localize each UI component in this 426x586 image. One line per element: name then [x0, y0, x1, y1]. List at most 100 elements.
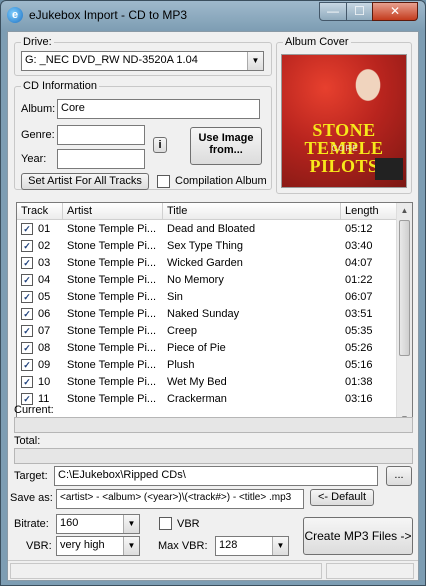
vbr-checkbox[interactable]	[159, 517, 172, 530]
track-row[interactable]: ✓ 02 Stone Temple Pi... Sex Type Thing 03:40	[17, 238, 397, 255]
current-progress-bar	[14, 417, 413, 433]
total-label: Total:	[14, 435, 41, 447]
compilation-checkbox[interactable]	[157, 175, 170, 188]
vbr-label: VBR:	[26, 540, 52, 552]
year-label: Year:	[21, 153, 47, 165]
track-checkbox[interactable]: ✓	[21, 359, 33, 371]
cd-info-label: CD Information	[21, 80, 99, 92]
track-length: 05:12	[345, 223, 373, 235]
bitrate-select[interactable]: 160 ▼	[56, 514, 140, 534]
track-number: 09	[38, 359, 51, 371]
track-artist: Stone Temple Pi...	[67, 257, 157, 269]
track-number: 08	[38, 342, 51, 354]
browse-button[interactable]: ...	[386, 466, 412, 486]
track-checkbox[interactable]: ✓	[21, 274, 33, 286]
chevron-down-icon[interactable]: ▼	[247, 52, 263, 70]
chevron-down-icon[interactable]: ▼	[123, 515, 139, 533]
column-artist[interactable]: Artist	[63, 203, 163, 220]
target-label: Target:	[14, 470, 48, 482]
close-icon[interactable]: ✕	[372, 2, 418, 21]
track-checkbox[interactable]: ✓	[21, 223, 33, 235]
track-number: 04	[38, 274, 51, 286]
track-row[interactable]: ✓ 11 Stone Temple Pi... Crackerman 03:16	[17, 391, 397, 408]
track-title: Sin	[167, 291, 183, 303]
chevron-down-icon[interactable]: ▼	[123, 537, 139, 555]
track-artist: Stone Temple Pi...	[67, 342, 157, 354]
track-title: Sex Type Thing	[167, 240, 244, 252]
track-checkbox[interactable]: ✓	[21, 308, 33, 320]
window-title: eJukebox Import - CD to MP3	[29, 8, 188, 22]
chevron-down-icon[interactable]: ▼	[272, 537, 288, 555]
track-length: 03:51	[345, 308, 373, 320]
save-as-field[interactable]: <artist> - <album> (<year>)\(<track#>) -…	[56, 489, 304, 509]
track-title: Naked Sunday	[167, 308, 240, 320]
track-list-scrollbar[interactable]: ▲ ▼	[396, 203, 412, 427]
current-label: Current:	[14, 404, 54, 416]
target-field[interactable]: C:\EJukebox\Ripped CDs\	[54, 466, 378, 486]
max-vbr-select[interactable]: 128 ▼	[215, 536, 289, 556]
track-row[interactable]: ✓ 10 Stone Temple Pi... Wet My Bed 01:38	[17, 374, 397, 391]
use-image-button[interactable]: Use Image from...	[190, 127, 262, 165]
track-row[interactable]: ✓ 04 Stone Temple Pi... No Memory 01:22	[17, 272, 397, 289]
compilation-label: Compilation Album	[175, 175, 267, 187]
track-length: 06:07	[345, 291, 373, 303]
genre-label: Genre:	[21, 129, 55, 141]
track-list-header: Track Artist Title Length	[17, 203, 397, 220]
set-artist-button[interactable]: Set Artist For All Tracks	[21, 173, 149, 190]
track-row[interactable]: ✓ 07 Stone Temple Pi... Creep 05:35	[17, 323, 397, 340]
create-mp3-button[interactable]: Create MP3 Files ->	[303, 517, 413, 555]
max-vbr-value: 128	[219, 539, 238, 551]
track-checkbox[interactable]: ✓	[21, 240, 33, 252]
track-list[interactable]: Track Artist Title Length ✓ 01 Stone Templ…	[16, 202, 413, 428]
status-bar	[8, 560, 418, 580]
year-field[interactable]	[57, 149, 145, 169]
scroll-up-icon[interactable]: ▲	[397, 203, 412, 219]
column-title[interactable]: Title	[163, 203, 341, 220]
track-number: 03	[38, 257, 51, 269]
track-checkbox[interactable]: ✓	[21, 376, 33, 388]
track-row[interactable]: ✓ 06 Stone Temple Pi... Naked Sunday 03:51	[17, 306, 397, 323]
track-row[interactable]: ✓ 03 Stone Temple Pi... Wicked Garden 04:07	[17, 255, 397, 272]
track-title: Wet My Bed	[167, 376, 227, 388]
track-row[interactable]: ✓ 08 Stone Temple Pi... Piece of Pie 05:26	[17, 340, 397, 357]
drive-value: G: _NEC DVD_RW ND-3520A 1.04	[25, 54, 198, 66]
track-length: 05:35	[345, 325, 373, 337]
track-checkbox[interactable]: ✓	[21, 291, 33, 303]
album-field[interactable]: Core	[57, 99, 260, 119]
cover-figure	[340, 61, 396, 121]
track-artist: Stone Temple Pi...	[67, 291, 157, 303]
drive-group: Drive: G: _NEC DVD_RW ND-3520A 1.04 ▼	[14, 36, 272, 76]
track-artist: Stone Temple Pi...	[67, 240, 157, 252]
track-checkbox[interactable]: ✓	[21, 257, 33, 269]
track-checkbox[interactable]: ✓	[21, 325, 33, 337]
track-artist: Stone Temple Pi...	[67, 376, 157, 388]
drive-select[interactable]: G: _NEC DVD_RW ND-3520A 1.04 ▼	[21, 51, 264, 71]
column-length[interactable]: Length	[341, 203, 397, 220]
cover-badge	[375, 158, 403, 180]
track-number: 06	[38, 308, 51, 320]
title-bar[interactable]: e eJukebox Import - CD to MP3 — ☐ ✕	[1, 1, 425, 29]
vbr-value: very high	[60, 539, 105, 551]
track-artist: Stone Temple Pi...	[67, 325, 157, 337]
info-button[interactable]: i	[153, 137, 167, 153]
track-length: 05:16	[345, 359, 373, 371]
track-row[interactable]: ✓ 09 Stone Temple Pi... Plush 05:16	[17, 357, 397, 374]
track-artist: Stone Temple Pi...	[67, 308, 157, 320]
track-number: 05	[38, 291, 51, 303]
track-artist: Stone Temple Pi...	[67, 223, 157, 235]
track-row[interactable]: ✓ 05 Stone Temple Pi... Sin 06:07	[17, 289, 397, 306]
track-artist: Stone Temple Pi...	[67, 393, 157, 405]
scroll-thumb[interactable]	[399, 220, 410, 356]
track-length: 03:16	[345, 393, 373, 405]
track-checkbox[interactable]: ✓	[21, 342, 33, 354]
default-button[interactable]: <- Default	[310, 489, 374, 506]
bitrate-value: 160	[60, 517, 79, 529]
column-track[interactable]: Track	[17, 203, 63, 220]
vbr-select[interactable]: very high ▼	[56, 536, 140, 556]
app-logo-icon: e	[7, 7, 23, 23]
minimize-icon[interactable]: —	[319, 2, 347, 21]
maximize-icon[interactable]: ☐	[346, 2, 373, 21]
track-row[interactable]: ✓ 01 Stone Temple Pi... Dead and Bloated 05:…	[17, 221, 397, 238]
genre-field[interactable]	[57, 125, 145, 145]
album-cover-label: Album Cover	[283, 36, 351, 48]
